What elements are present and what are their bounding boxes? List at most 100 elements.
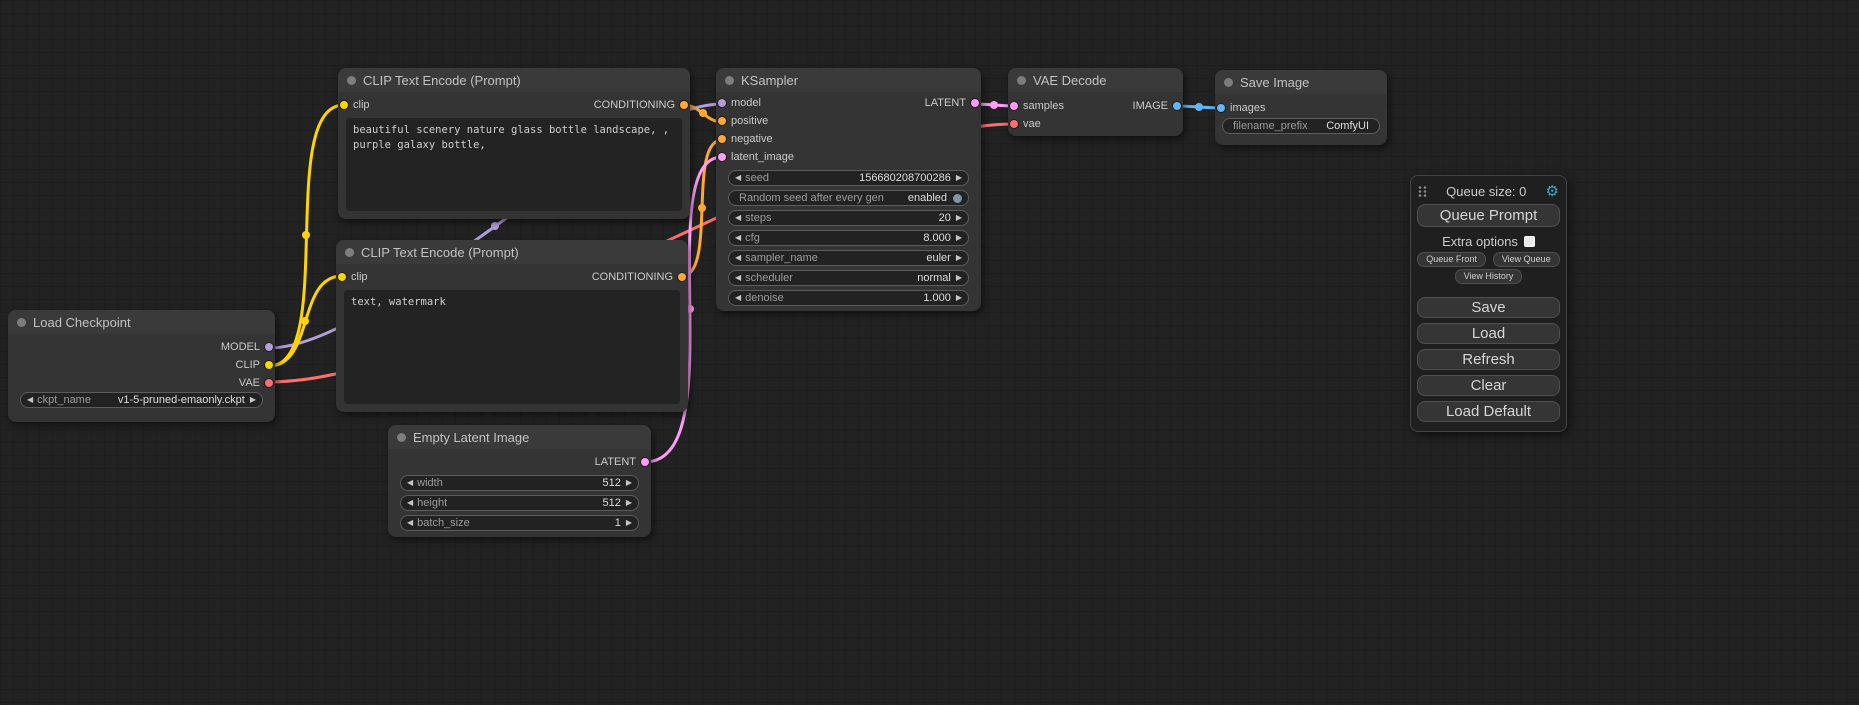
output-slot-latent[interactable] [971, 99, 979, 107]
link-midpoint-dot [699, 109, 707, 117]
widget-scheduler[interactable]: ◀ scheduler normal ▶ [728, 270, 969, 286]
decrement-arrow-icon[interactable]: ◀ [735, 174, 741, 182]
node-empty-latent-image[interactable]: Empty Latent Image LATENT ◀ width 512 ▶ … [388, 425, 651, 537]
output-slot-clip[interactable] [265, 361, 273, 369]
node-title-bar[interactable]: KSampler [716, 68, 981, 92]
graph-canvas[interactable]: Load Checkpoint MODEL CLIP VAE [0, 0, 1859, 705]
refresh-button[interactable]: Refresh [1417, 349, 1560, 370]
input-label-samples: samples [1023, 100, 1064, 112]
input-slot-samples[interactable] [1010, 102, 1018, 110]
input-label-positive: positive [731, 115, 768, 127]
settings-gear-icon[interactable]: ⚙ [1546, 184, 1559, 199]
input-slot-positive[interactable] [718, 117, 726, 125]
increment-arrow-icon[interactable]: ▶ [626, 479, 632, 487]
widget-height[interactable]: ◀ height 512 ▶ [400, 495, 639, 511]
decrement-arrow-icon[interactable]: ◀ [27, 396, 33, 404]
output-slot-model[interactable] [265, 343, 273, 351]
queue-size-label: Queue size: 0 [1427, 184, 1546, 199]
link-midpoint-dot [302, 231, 310, 239]
node-clip-text-encode-negative[interactable]: CLIP Text Encode (Prompt) clip CONDITION… [336, 240, 688, 412]
node-title-bar[interactable]: CLIP Text Encode (Prompt) [338, 68, 690, 92]
collapse-dot[interactable] [1017, 76, 1026, 85]
input-slot-images[interactable] [1217, 104, 1225, 112]
node-save-image[interactable]: Save Image images filename_prefix ComfyU… [1215, 70, 1387, 145]
decrement-arrow-icon[interactable]: ◀ [735, 234, 741, 242]
increment-arrow-icon[interactable]: ▶ [956, 214, 962, 222]
input-slot-negative[interactable] [718, 135, 726, 143]
decrement-arrow-icon[interactable]: ◀ [407, 479, 413, 487]
load-default-button[interactable]: Load Default [1417, 401, 1560, 422]
increment-arrow-icon[interactable]: ▶ [956, 174, 962, 182]
output-slot-vae[interactable] [265, 379, 273, 387]
widget-width[interactable]: ◀ width 512 ▶ [400, 475, 639, 491]
widget-cfg[interactable]: ◀ cfg 8.000 ▶ [728, 230, 969, 246]
input-slot-model[interactable] [718, 99, 726, 107]
output-label-image: IMAGE [1133, 100, 1168, 112]
save-button[interactable]: Save [1417, 297, 1560, 318]
node-vae-decode[interactable]: VAE Decode samples IMAGE vae [1008, 68, 1183, 136]
increment-arrow-icon[interactable]: ▶ [956, 234, 962, 242]
widget-batch-size[interactable]: ◀ batch_size 1 ▶ [400, 515, 639, 531]
node-title-bar[interactable]: Save Image [1215, 70, 1387, 94]
input-label-clip: clip [353, 99, 370, 111]
load-button[interactable]: Load [1417, 323, 1560, 344]
collapse-dot[interactable] [397, 433, 406, 442]
increment-arrow-icon[interactable]: ▶ [956, 274, 962, 282]
output-label-conditioning: CONDITIONING [592, 271, 673, 283]
collapse-dot[interactable] [345, 248, 354, 257]
input-slot-latent-image[interactable] [718, 153, 726, 161]
link-midpoint-dot [698, 204, 706, 212]
node-title-bar[interactable]: Empty Latent Image [388, 425, 651, 449]
output-slot-conditioning[interactable] [680, 101, 688, 109]
widget-steps[interactable]: ◀ steps 20 ▶ [728, 210, 969, 226]
node-title-bar[interactable]: Load Checkpoint [8, 310, 275, 334]
toggle-knob-icon[interactable] [953, 194, 962, 203]
decrement-arrow-icon[interactable]: ◀ [735, 294, 741, 302]
prompt-textarea[interactable]: text, watermark [344, 290, 680, 404]
collapse-dot[interactable] [725, 76, 734, 85]
decrement-arrow-icon[interactable]: ◀ [735, 274, 741, 282]
decrement-arrow-icon[interactable]: ◀ [735, 214, 741, 222]
input-slot-vae[interactable] [1010, 120, 1018, 128]
node-title: Empty Latent Image [413, 430, 529, 445]
view-history-button[interactable]: View History [1455, 269, 1523, 284]
increment-arrow-icon[interactable]: ▶ [956, 254, 962, 262]
node-title: CLIP Text Encode (Prompt) [363, 73, 521, 88]
decrement-arrow-icon[interactable]: ◀ [735, 254, 741, 262]
link-midpoint-dot [301, 317, 309, 325]
widget-denoise[interactable]: ◀ denoise 1.000 ▶ [728, 290, 969, 306]
collapse-dot[interactable] [347, 76, 356, 85]
output-slot-image[interactable] [1173, 102, 1181, 110]
drag-handle-icon[interactable] [1418, 185, 1427, 198]
node-ksampler[interactable]: KSampler model LATENT positive [716, 68, 981, 311]
collapse-dot[interactable] [17, 318, 26, 327]
widget-sampler-name[interactable]: ◀ sampler_name euler ▶ [728, 250, 969, 266]
widget-seed[interactable]: ◀ seed 156680208700286 ▶ [728, 170, 969, 186]
decrement-arrow-icon[interactable]: ◀ [407, 519, 413, 527]
output-slot-latent[interactable] [641, 458, 649, 466]
queue-front-button[interactable]: Queue Front [1417, 252, 1486, 267]
output-slot-conditioning[interactable] [678, 273, 686, 281]
view-queue-button[interactable]: View Queue [1493, 252, 1560, 267]
node-title-bar[interactable]: VAE Decode [1008, 68, 1183, 92]
decrement-arrow-icon[interactable]: ◀ [407, 499, 413, 507]
output-label-vae: VAE [239, 377, 260, 389]
prompt-textarea[interactable]: beautiful scenery nature glass bottle la… [346, 118, 682, 211]
queue-prompt-button[interactable]: Queue Prompt [1417, 204, 1560, 227]
widget-random-seed-toggle[interactable]: Random seed after every gen enabled [728, 190, 969, 206]
node-load-checkpoint[interactable]: Load Checkpoint MODEL CLIP VAE [8, 310, 275, 422]
input-slot-clip[interactable] [340, 101, 348, 109]
extra-options-checkbox[interactable] [1524, 236, 1535, 247]
node-title-bar[interactable]: CLIP Text Encode (Prompt) [336, 240, 688, 264]
increment-arrow-icon[interactable]: ▶ [250, 396, 256, 404]
increment-arrow-icon[interactable]: ▶ [956, 294, 962, 302]
widget-filename-prefix[interactable]: filename_prefix ComfyUI [1222, 118, 1380, 134]
input-slot-clip[interactable] [338, 273, 346, 281]
widget-ckpt-name[interactable]: ◀ ckpt_name v1-5-pruned-emaonly.ckpt ▶ [20, 392, 263, 408]
node-title: KSampler [741, 73, 798, 88]
increment-arrow-icon[interactable]: ▶ [626, 499, 632, 507]
node-clip-text-encode-positive[interactable]: CLIP Text Encode (Prompt) clip CONDITION… [338, 68, 690, 219]
clear-button[interactable]: Clear [1417, 375, 1560, 396]
collapse-dot[interactable] [1224, 78, 1233, 87]
increment-arrow-icon[interactable]: ▶ [626, 519, 632, 527]
